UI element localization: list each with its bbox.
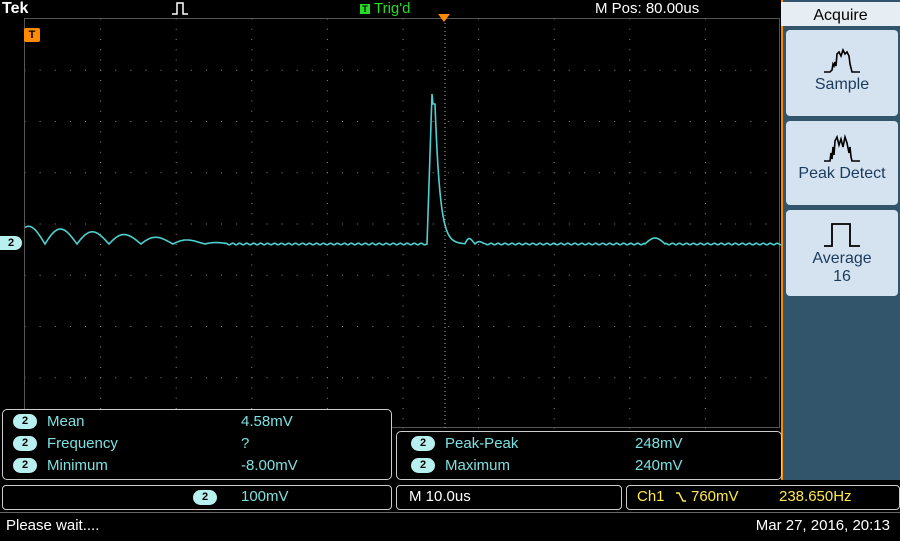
average-waveform-icon: [824, 223, 860, 247]
peak-detect-label: Peak Detect: [798, 165, 886, 182]
channel-badge: 2: [411, 458, 435, 473]
measurement-value: 4.58mV: [241, 413, 293, 430]
measurement-value: 240mV: [635, 457, 683, 474]
channel-scale-box[interactable]: 2 100mV: [2, 485, 392, 510]
trigger-status: T Trig'd: [360, 0, 410, 17]
trigger-status-badge: T: [360, 3, 370, 14]
channel-badge: 2: [13, 458, 37, 473]
measurement-label: Mean: [47, 413, 85, 430]
peak-detect-button[interactable]: Peak Detect: [786, 121, 898, 205]
average-button[interactable]: Average 16: [786, 210, 898, 296]
measurement-panel-left: 2 Mean 4.58mV 2 Frequency ? 2 Minimum -8…: [2, 409, 392, 480]
falling-edge-icon: [676, 492, 686, 502]
channel-badge: 2: [411, 436, 435, 451]
trigger-type-icon: [172, 2, 188, 15]
waveform-display[interactable]: [24, 18, 781, 429]
measurement-panel-right: 2 Peak-Peak 248mV 2 Maximum 240mV: [396, 431, 782, 480]
measurement-value: 248mV: [635, 435, 683, 452]
channel-scale: 100mV: [241, 488, 289, 505]
sample-label: Sample: [814, 76, 870, 93]
menu-title: Acquire: [781, 2, 900, 26]
graticule: [25, 19, 781, 429]
measurement-label: Maximum: [445, 457, 511, 474]
channel-2-waveform: [25, 93, 781, 246]
trigger-position-marker[interactable]: [438, 14, 450, 22]
channel-badge: 2: [13, 414, 37, 429]
brand-logo: Tek: [2, 0, 29, 17]
status-message: Please wait....: [6, 517, 100, 534]
trigger-point-marker[interactable]: T: [24, 28, 40, 42]
timebase: M 10.0us: [409, 488, 471, 505]
peak-detect-waveform-icon: [824, 133, 860, 162]
measurement-value: ?: [241, 435, 250, 452]
measurement-label: Frequency: [47, 435, 118, 452]
status-bar: Please wait.... Mar 27, 2016, 20:13: [0, 512, 900, 541]
timebase-box[interactable]: M 10.0us: [396, 485, 622, 510]
measurement-value: -8.00mV: [241, 457, 298, 474]
channel-badge: 2: [193, 490, 217, 505]
measurement-row: 2 Frequency: [13, 435, 118, 452]
average-label: Average: [812, 250, 872, 267]
trigger-source: Ch1: [637, 488, 665, 505]
graticule-dots: [25, 19, 767, 429]
measurement-row: 2 Mean: [13, 413, 85, 430]
measurement-label: Minimum: [47, 457, 108, 474]
trigger-info-box[interactable]: Ch1 760mV 238.650Hz: [626, 485, 900, 510]
measurement-row: 2 Minimum: [13, 457, 108, 474]
measurement-row: 2 Maximum: [411, 457, 510, 474]
trigger-level: 760mV: [691, 488, 739, 505]
sample-button[interactable]: Sample: [786, 30, 898, 116]
channel-badge: 2: [13, 436, 37, 451]
measurement-row: 2 Peak-Peak: [411, 435, 518, 452]
average-count: 16: [833, 268, 851, 285]
trigger-status-text: Trig'd: [374, 0, 411, 17]
measurement-label: Peak-Peak: [445, 435, 519, 452]
status-datetime: Mar 27, 2016, 20:13: [755, 517, 890, 534]
channel-2-ground-marker[interactable]: 2: [0, 236, 22, 250]
trigger-frequency: 238.650Hz: [779, 488, 852, 505]
sample-waveform-icon: [824, 47, 860, 73]
horizontal-position: M Pos: 80.00us: [595, 0, 700, 17]
